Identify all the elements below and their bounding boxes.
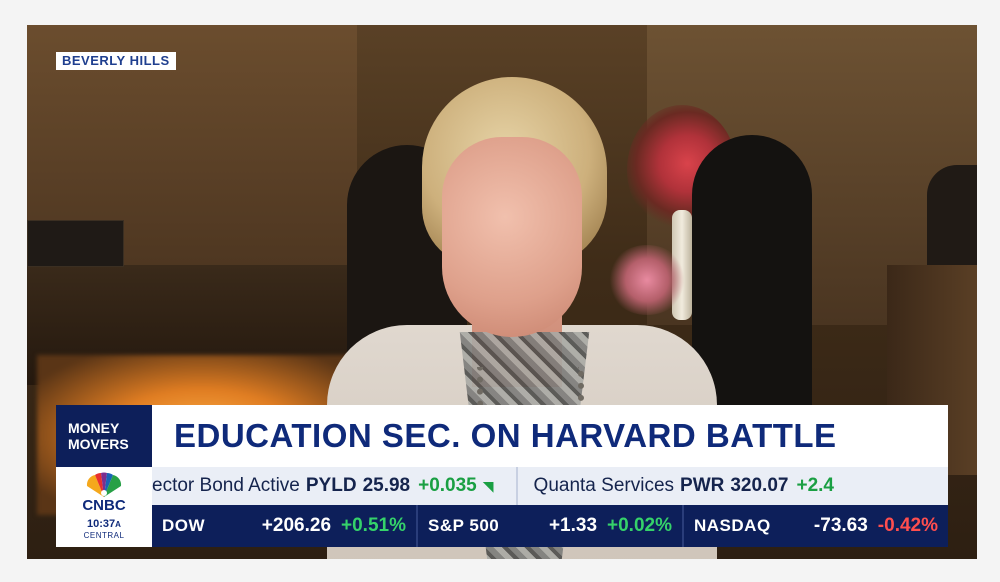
network-logo-text: CNBC (82, 497, 126, 514)
location-tag: BEVERLY HILLS (56, 52, 176, 70)
background-monitor (27, 220, 124, 267)
index-percent: -0.42% (877, 515, 938, 536)
program-name-line-1: MONEY (68, 420, 120, 436)
index-dow: DOW +206.26 +0.51% (152, 505, 418, 547)
ticker-company-name: ector Bond Active (152, 475, 300, 496)
ticker-divider (515, 467, 518, 505)
ticker-change: +2.4 (796, 475, 834, 496)
up-arrow-icon: ◥ (482, 477, 494, 494)
screen-frame: BEVERLY HILLS MONEY MOVERS EDUCATION SEC… (0, 0, 1000, 582)
market-indices-bar: DOW +206.26 +0.51% S&P 500 +1.33 +0.02% … (152, 505, 948, 547)
program-name-line-2: MOVERS (68, 436, 129, 452)
network-logo-box: CNBC 10:37A CENTRAL (56, 467, 152, 547)
index-points: +1.33 (548, 515, 598, 536)
index-sp500: S&P 500 +1.33 +0.02% (418, 505, 684, 547)
index-percent: +0.02% (607, 515, 672, 536)
clock-time-value: 10:37 (87, 518, 116, 530)
index-name: NASDAQ (694, 516, 771, 535)
index-points: -73.63 (813, 515, 868, 536)
ticker-price: 320.07 (730, 475, 789, 496)
index-points: +206.26 (261, 515, 332, 536)
ticker-item: Quanta Services PWR 320.07 +2.4 (534, 475, 834, 497)
stock-ticker: ector Bond Active PYLD 25.98 +0.035 ◥ Qu… (152, 467, 948, 505)
index-nasdaq: NASDAQ -73.63 -0.42% (684, 505, 948, 547)
ticker-symbol: PWR (680, 475, 725, 496)
ticker-change: +0.035 (418, 475, 477, 496)
index-name: DOW (162, 516, 206, 535)
ticker-symbol: PYLD (305, 475, 357, 496)
clock-time-zone: CENTRAL (83, 531, 125, 540)
headline-bar: EDUCATION SEC. ON HARVARD BATTLE (152, 405, 948, 467)
program-name-box: MONEY MOVERS (56, 405, 152, 467)
ticker-item: ector Bond Active PYLD 25.98 +0.035 ◥ (152, 475, 494, 497)
subject-face (442, 137, 582, 337)
ticker-company-name: Quanta Services (533, 475, 675, 496)
clock-time: 10:37A (87, 518, 121, 531)
peacock-icon (86, 472, 122, 497)
headline-text: EDUCATION SEC. ON HARVARD BATTLE (174, 417, 837, 454)
index-name: S&P 500 (428, 516, 500, 535)
index-percent: +0.51% (341, 515, 406, 536)
clock-time-suffix: A (115, 520, 121, 529)
ticker-price: 25.98 (362, 475, 411, 496)
